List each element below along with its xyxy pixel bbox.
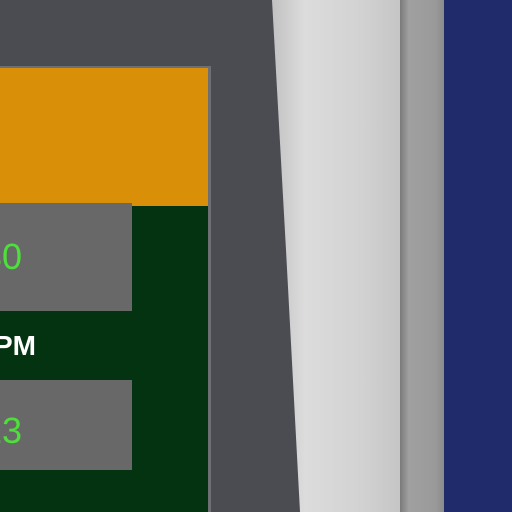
background-panel [444,0,512,512]
screen-header-bar [0,66,208,206]
device-edge-strip [400,0,444,512]
reading-display-2: 23 [0,380,132,470]
unit-label: PM [0,330,36,361]
reading-value-1: 30 [0,236,23,277]
device-view: 30 PM 23 [0,0,512,512]
reading-display-1: 30 [0,203,132,311]
reading-value-2: 23 [0,410,23,451]
